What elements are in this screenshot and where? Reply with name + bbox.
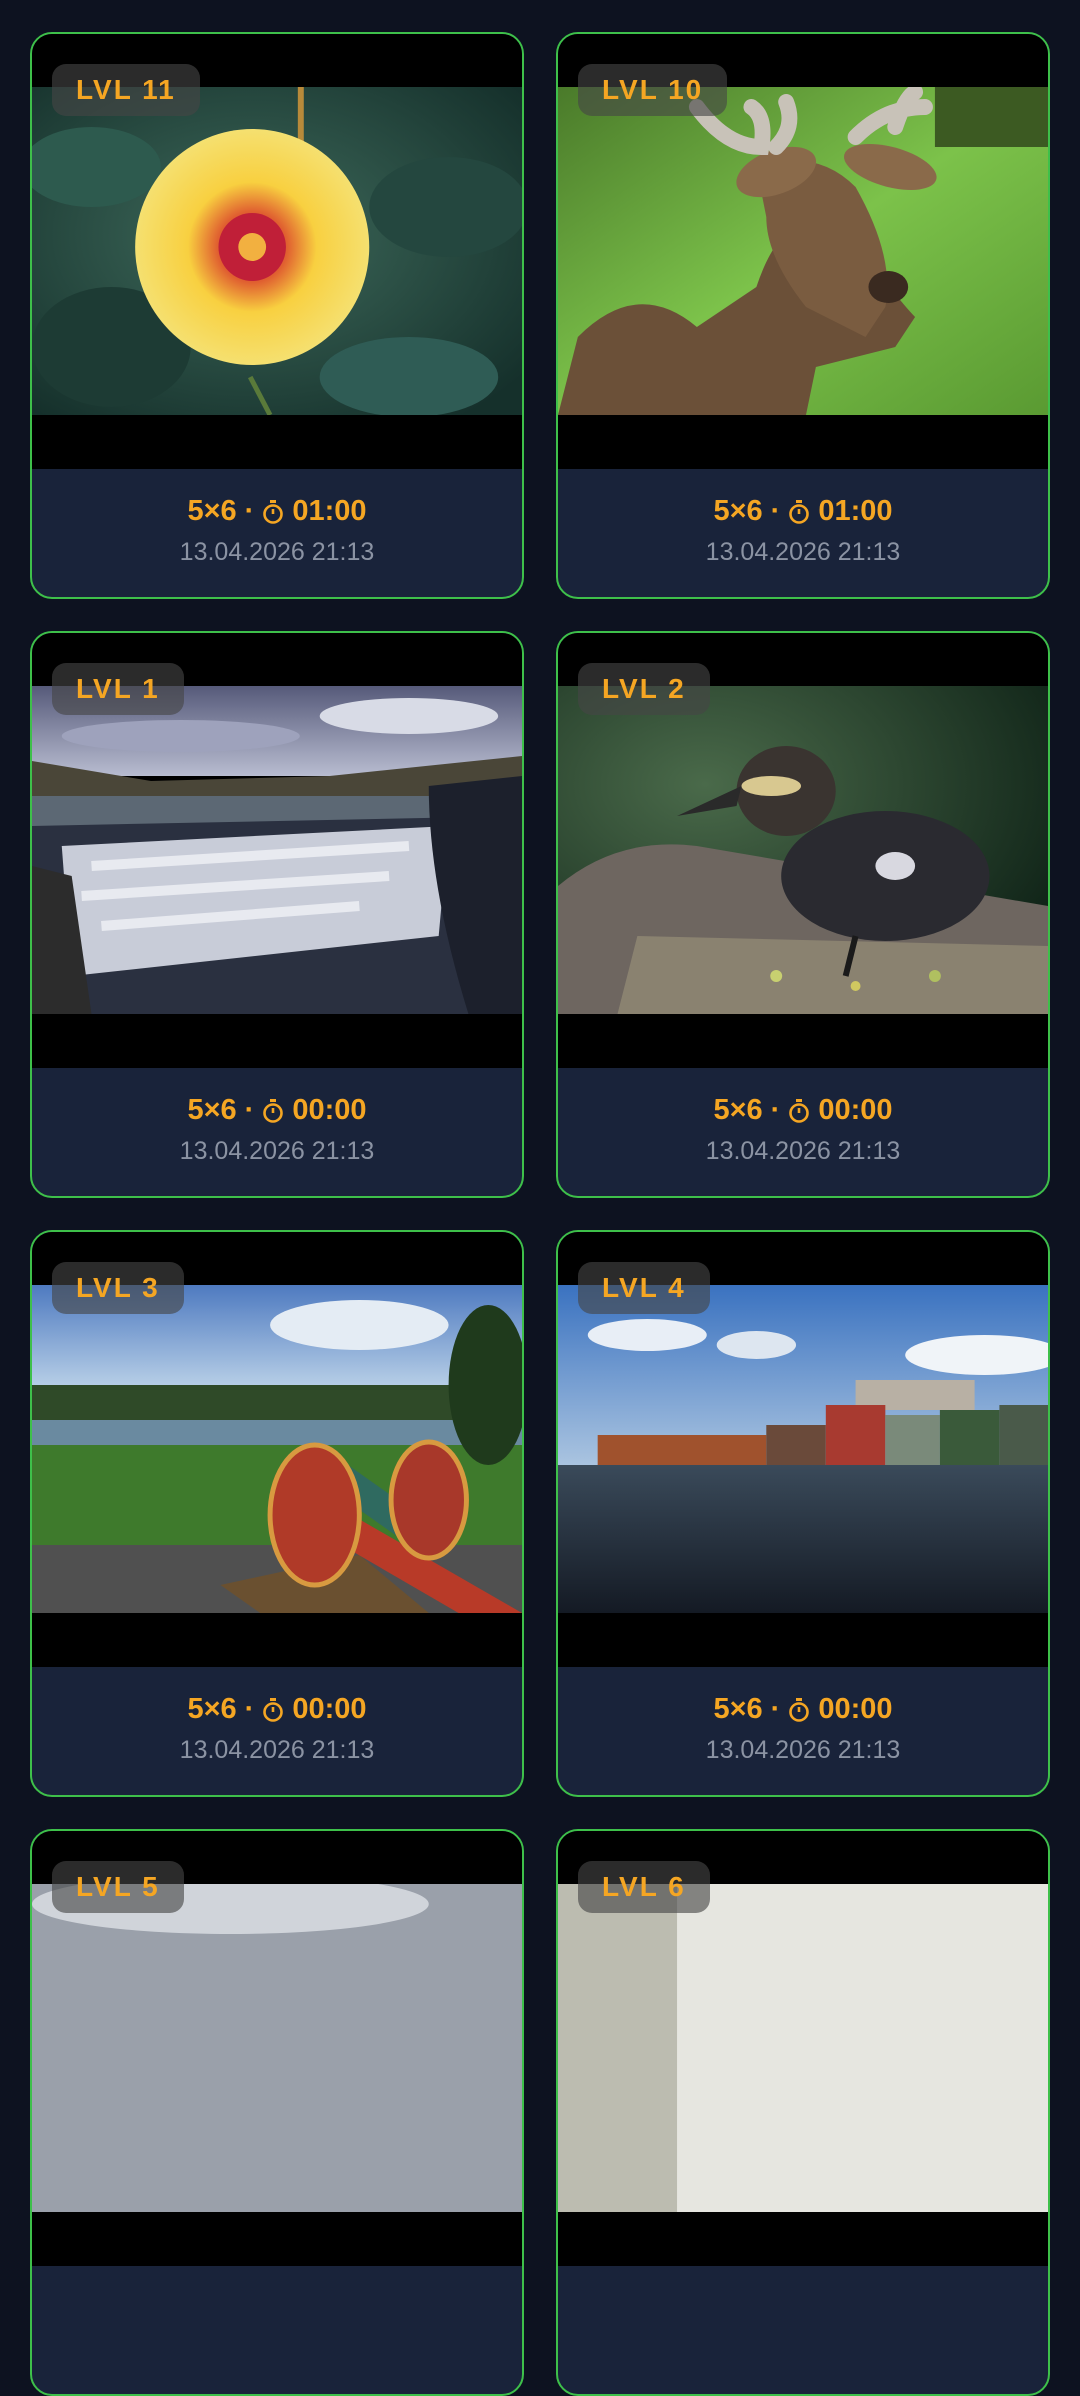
grid-time: 5×6 · 00:00 [558,1693,1048,1726]
stopwatch-icon [788,1098,810,1123]
cannon-image [32,1285,522,1613]
grid-time: 5×6 · 00:00 [32,1693,522,1726]
card-info: 5×6 · 01:00 13.04.2026 21:13 [558,469,1048,597]
date-label: 13.04.2026 21:13 [179,1736,375,1764]
level-card[interactable]: LVL 1 5×6 · 00:00 13.04.2026 21:13 [30,631,524,1198]
waterfall-image [32,686,522,1014]
grid-time: 5×6 · 01:00 [558,495,1048,528]
bright-image [558,1884,1048,2212]
level-badge: LVL 1 [52,663,184,715]
date-label: 13.04.2026 21:13 [705,1736,901,1764]
level-badge: LVL 2 [578,663,710,715]
level-badge: LVL 4 [578,1262,710,1314]
date-label: 13.04.2026 21:13 [179,1137,375,1165]
thumbnail: LVL 2 [558,633,1048,1068]
grid-size: 5×6 [713,495,763,527]
timer-value: 00:00 [818,1693,893,1725]
overcast-image [32,1884,522,2212]
separator: · [770,1693,781,1725]
duckling-image [558,686,1048,1014]
stopwatch-icon [262,499,284,524]
level-grid: LVL 11 5×6 · 01:00 13.04.2026 21:13 LVL … [30,32,1050,2396]
thumbnail: LVL 10 [558,34,1048,469]
grid-size: 5×6 [187,1094,237,1126]
card-info: 5×6 · 00:00 13.04.2026 21:13 [32,1667,522,1795]
level-card[interactable]: LVL 6 [556,1829,1050,2396]
stopwatch-icon [788,1697,810,1722]
thumbnail: LVL 1 [32,633,522,1068]
thumbnail: LVL 6 [558,1831,1048,2266]
timer-value: 01:00 [818,495,893,527]
timer-value: 00:00 [292,1094,367,1126]
card-info: 5×6 · 00:00 13.04.2026 21:13 [558,1068,1048,1196]
separator: · [244,495,255,527]
grid-time: 5×6 · 00:00 [558,1094,1048,1127]
grid-size: 5×6 [187,495,237,527]
level-card[interactable]: LVL 3 5×6 · 00:00 13.04.2026 21:13 [30,1230,524,1797]
level-badge: LVL 5 [52,1861,184,1913]
grid-size: 5×6 [713,1094,763,1126]
grid-time: 5×6 · 00:00 [32,1094,522,1127]
grid-size: 5×6 [187,1693,237,1725]
deer-image [558,87,1048,415]
thumbnail: LVL 3 [32,1232,522,1667]
thumbnail: LVL 4 [558,1232,1048,1667]
timer-value: 00:00 [818,1094,893,1126]
stopwatch-icon [262,1697,284,1722]
separator: · [244,1094,255,1126]
date-label: 13.04.2026 21:13 [705,1137,901,1165]
level-card[interactable]: LVL 11 5×6 · 01:00 13.04.2026 21:13 [30,32,524,599]
timer-value: 00:00 [292,1693,367,1725]
riverside-houses-image [558,1285,1048,1613]
thumbnail: LVL 5 [32,1831,522,2266]
grid-time: 5×6 · 01:00 [32,495,522,528]
level-card[interactable]: LVL 4 5×6 · 00:00 13.04.2026 21:13 [556,1230,1050,1797]
stopwatch-icon [788,499,810,524]
level-badge: LVL 6 [578,1861,710,1913]
card-info: 5×6 · 00:00 13.04.2026 21:13 [32,1068,522,1196]
stopwatch-icon [262,1098,284,1123]
card-info: 5×6 · 00:00 13.04.2026 21:13 [558,1667,1048,1795]
level-card[interactable]: LVL 2 5×6 · 00:00 13.04.2026 21:13 [556,631,1050,1198]
thumbnail: LVL 11 [32,34,522,469]
separator: · [770,1094,781,1126]
level-badge: LVL 3 [52,1262,184,1314]
dahlia-image [32,87,522,415]
level-badge: LVL 11 [52,64,200,116]
date-label: 13.04.2026 21:13 [179,538,375,566]
level-badge: LVL 10 [578,64,728,116]
card-info: 5×6 · 01:00 13.04.2026 21:13 [32,469,522,597]
grid-size: 5×6 [713,1693,763,1725]
level-card[interactable]: LVL 5 [30,1829,524,2396]
timer-value: 01:00 [292,495,367,527]
level-card[interactable]: LVL 10 5×6 · 01:00 13.04.2026 21:13 [556,32,1050,599]
date-label: 13.04.2026 21:13 [705,538,901,566]
separator: · [244,1693,255,1725]
separator: · [770,495,781,527]
